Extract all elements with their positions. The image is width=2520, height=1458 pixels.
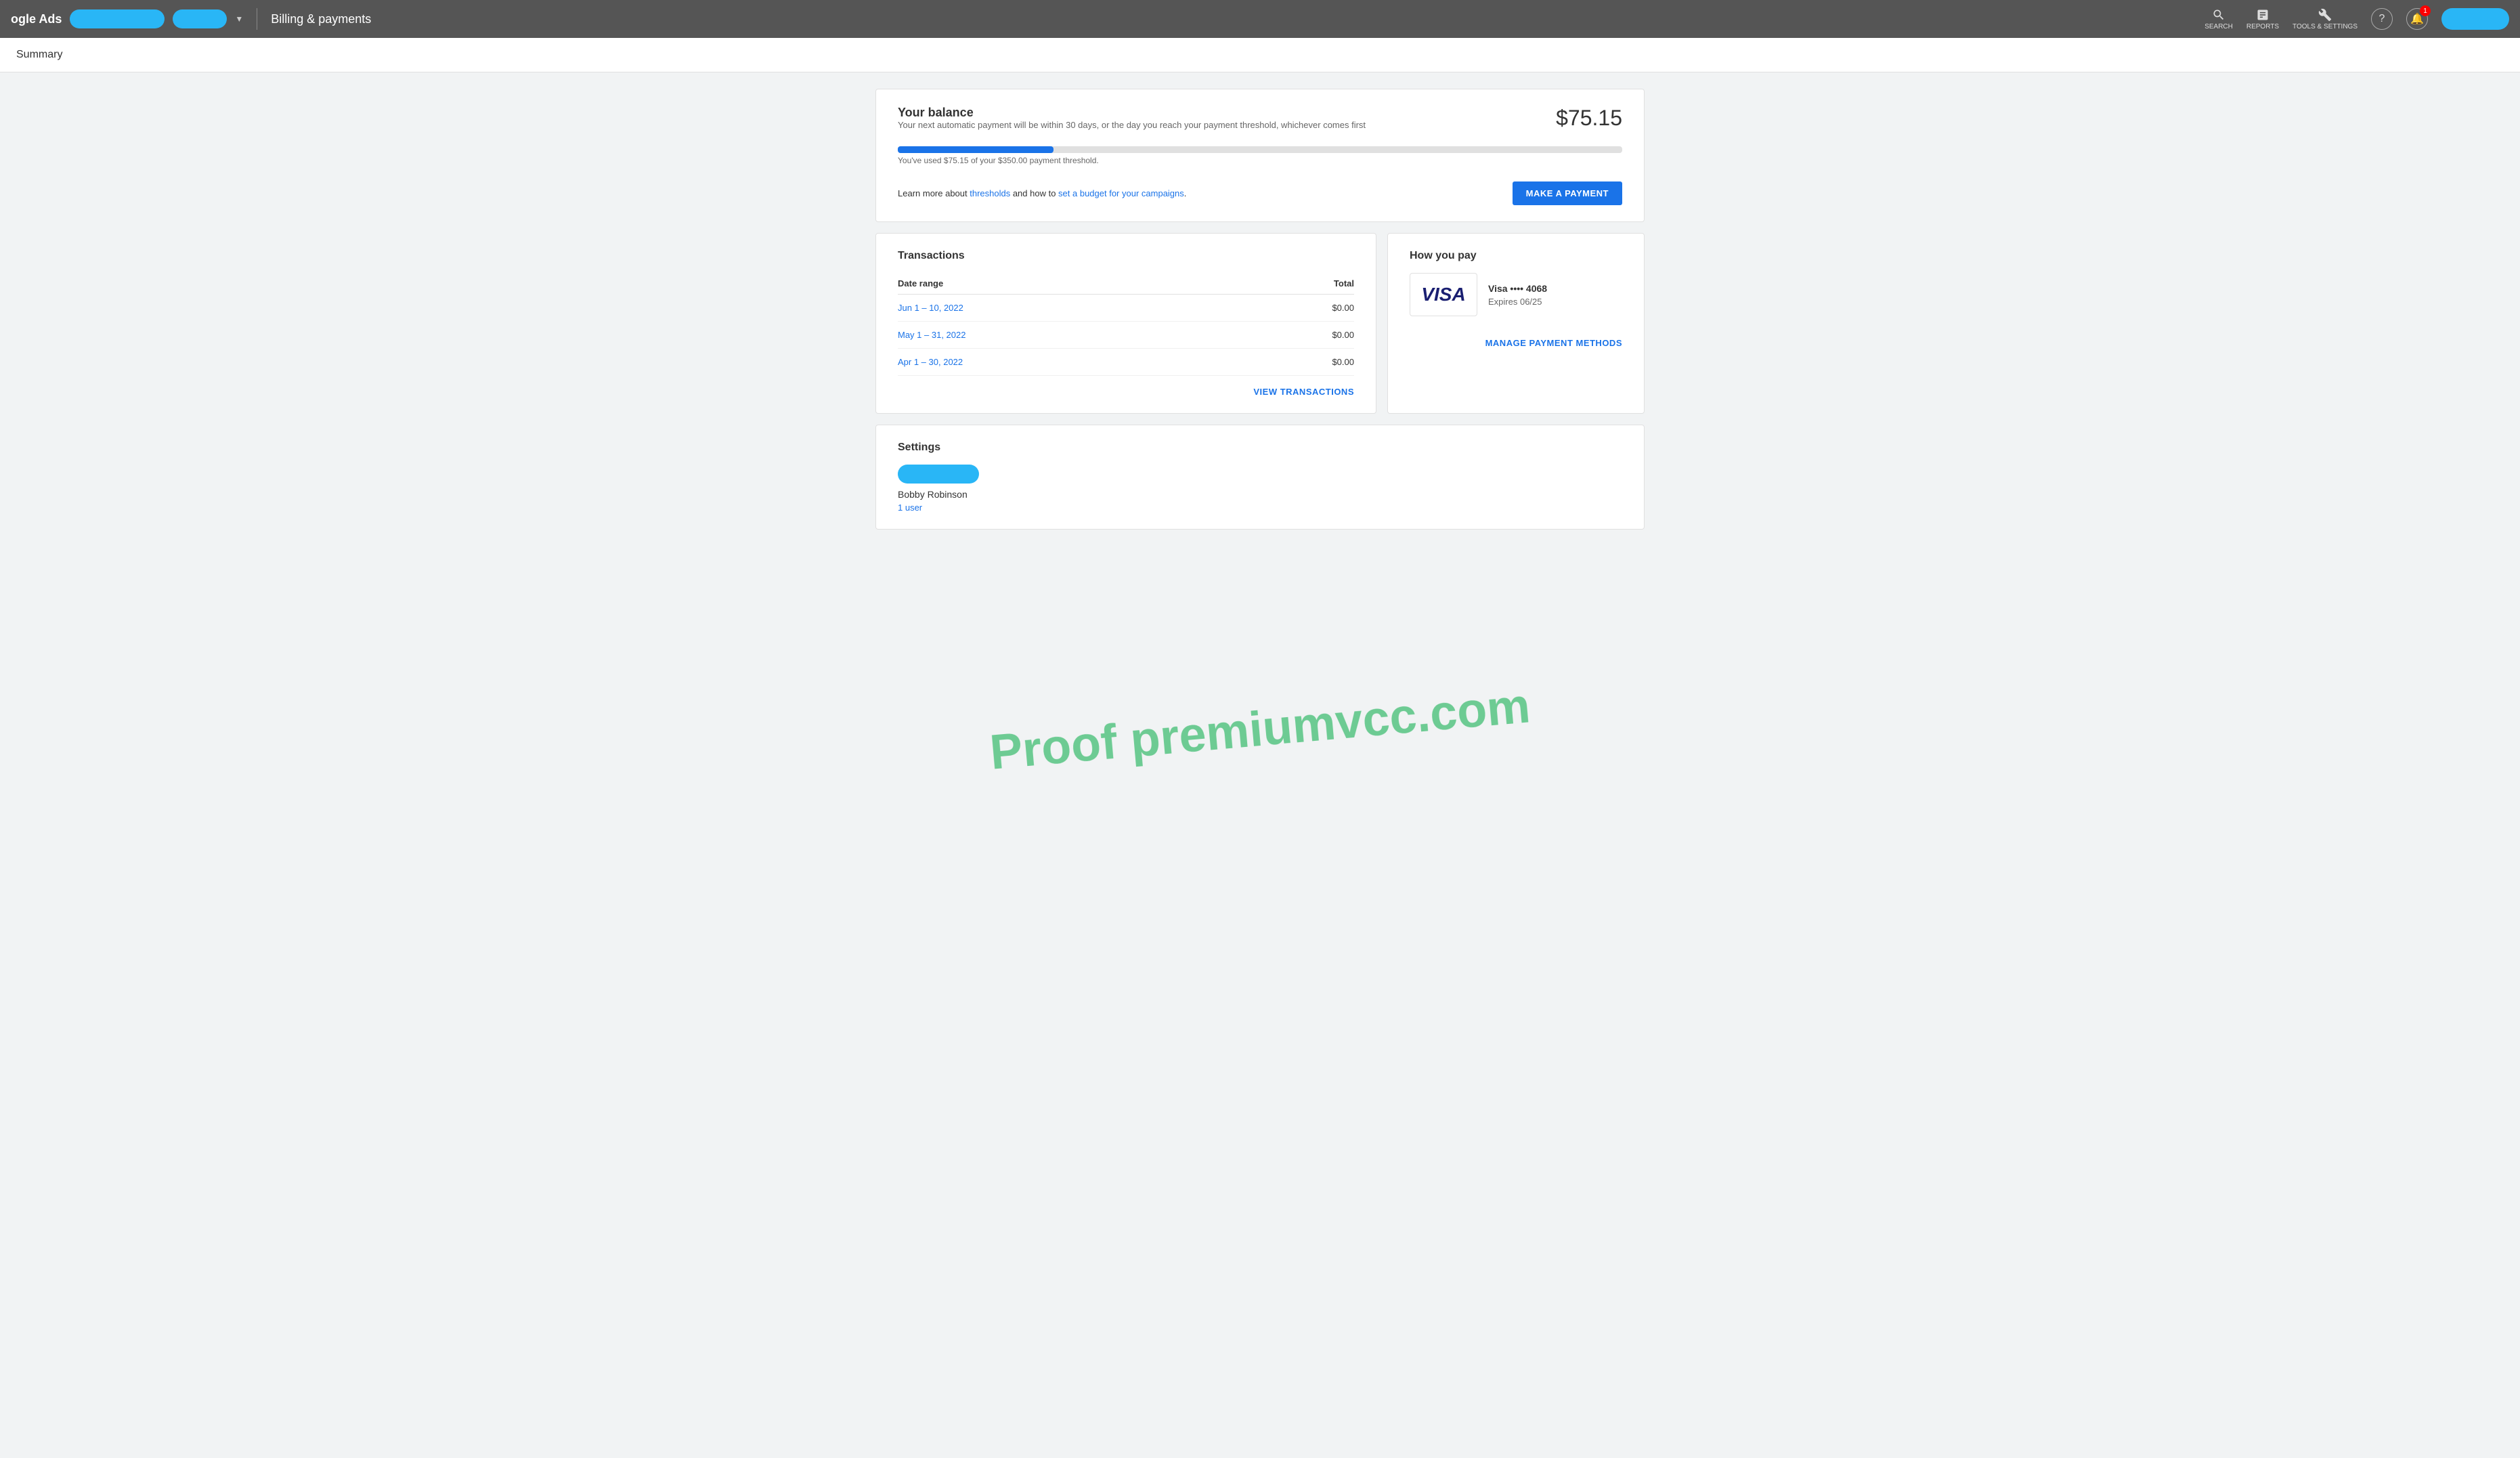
progress-bar-background bbox=[898, 146, 1622, 153]
settings-users[interactable]: 1 user bbox=[898, 502, 1622, 513]
settings-card: Settings Bobby Robinson 1 user bbox=[875, 425, 1645, 530]
how-you-pay-title: How you pay bbox=[1410, 250, 1622, 262]
notifications-icon[interactable]: 🔔 1 bbox=[2406, 8, 2428, 30]
how-you-pay-card: How you pay VISA Visa •••• 4068 Expires … bbox=[1387, 233, 1645, 414]
transaction-date-link[interactable]: May 1 – 31, 2022 bbox=[898, 322, 1242, 349]
main-content: Your balance Your next automatic payment… bbox=[854, 72, 1666, 557]
search-nav-label: SEARCH bbox=[2204, 23, 2233, 30]
progress-text: You've used $75.15 of your $350.00 payme… bbox=[898, 156, 1622, 165]
make-payment-button[interactable]: MAKE A PAYMENT bbox=[1513, 181, 1622, 205]
tools-nav-item[interactable]: TOOLS & SETTINGS bbox=[2293, 8, 2358, 30]
balance-subtitle: Your next automatic payment will be with… bbox=[898, 120, 1366, 130]
visa-block: VISA Visa •••• 4068 Expires 06/25 bbox=[1410, 273, 1622, 327]
account-selector-pill2[interactable] bbox=[173, 9, 227, 28]
settings-blurred-pill bbox=[898, 465, 979, 484]
tools-nav-label: TOOLS & SETTINGS bbox=[2293, 23, 2358, 30]
transaction-total: $0.00 bbox=[1242, 349, 1354, 376]
reports-nav-item[interactable]: REPORTS bbox=[2246, 8, 2279, 30]
transaction-total: $0.00 bbox=[1242, 295, 1354, 322]
visa-logo: VISA bbox=[1421, 284, 1465, 305]
settings-name: Bobby Robinson bbox=[898, 489, 1622, 500]
two-col-row: Transactions Date range Total Jun 1 – 10… bbox=[875, 233, 1645, 425]
nav-icons: SEARCH REPORTS TOOLS & SETTINGS ? 🔔 1 bbox=[2204, 8, 2509, 30]
page-title: Billing & payments bbox=[271, 12, 371, 26]
account-selector-pill1[interactable] bbox=[70, 9, 165, 28]
transactions-card: Transactions Date range Total Jun 1 – 10… bbox=[875, 233, 1376, 414]
top-navigation: ogle Ads ▼ Billing & payments SEARCH REP… bbox=[0, 0, 2520, 38]
balance-card: Your balance Your next automatic payment… bbox=[875, 89, 1645, 222]
view-transactions-link[interactable]: VIEW TRANSACTIONS bbox=[898, 387, 1354, 397]
progress-bar-fill bbox=[898, 146, 1053, 153]
notification-badge: 1 bbox=[2420, 5, 2431, 16]
summary-bar: Summary bbox=[0, 38, 2520, 72]
watermark: Proof premiumvcc.com bbox=[988, 678, 1532, 780]
balance-amount: $75.15 bbox=[1556, 106, 1622, 131]
transaction-total: $0.00 bbox=[1242, 322, 1354, 349]
col-date-header: Date range bbox=[898, 273, 1242, 295]
manage-payment-methods-link[interactable]: MANAGE PAYMENT METHODS bbox=[1410, 338, 1622, 348]
settings-title: Settings bbox=[898, 442, 1622, 454]
learn-more-text: Learn more about thresholds and how to s… bbox=[898, 188, 1186, 198]
visa-details: Visa •••• 4068 Expires 06/25 bbox=[1488, 283, 1547, 307]
table-row: Jun 1 – 10, 2022 $0.00 bbox=[898, 295, 1354, 322]
card-name: Visa •••• 4068 bbox=[1488, 283, 1547, 294]
top-right-action-pill[interactable] bbox=[2441, 8, 2509, 30]
table-row: May 1 – 31, 2022 $0.00 bbox=[898, 322, 1354, 349]
transactions-table: Date range Total Jun 1 – 10, 2022 $0.00 … bbox=[898, 273, 1354, 376]
summary-title: Summary bbox=[16, 49, 2504, 61]
reports-nav-label: REPORTS bbox=[2246, 23, 2279, 30]
card-expiry: Expires 06/25 bbox=[1488, 297, 1547, 307]
progress-container: You've used $75.15 of your $350.00 payme… bbox=[898, 146, 1622, 176]
balance-title-group: Your balance Your next automatic payment… bbox=[898, 106, 1366, 141]
help-icon[interactable]: ? bbox=[2371, 8, 2393, 30]
thresholds-link[interactable]: thresholds bbox=[970, 188, 1010, 198]
search-nav-item[interactable]: SEARCH bbox=[2204, 8, 2233, 30]
balance-header: Your balance Your next automatic payment… bbox=[898, 106, 1622, 141]
transactions-title: Transactions bbox=[898, 250, 1354, 262]
col-total-header: Total bbox=[1242, 273, 1354, 295]
table-row: Apr 1 – 30, 2022 $0.00 bbox=[898, 349, 1354, 376]
account-dropdown-arrow[interactable]: ▼ bbox=[235, 14, 243, 24]
visa-logo-box: VISA bbox=[1410, 273, 1477, 316]
transaction-date-link[interactable]: Jun 1 – 10, 2022 bbox=[898, 295, 1242, 322]
transaction-date-link[interactable]: Apr 1 – 30, 2022 bbox=[898, 349, 1242, 376]
brand-logo: ogle Ads bbox=[11, 12, 62, 26]
balance-footer: Learn more about thresholds and how to s… bbox=[898, 181, 1622, 205]
balance-title: Your balance bbox=[898, 106, 1366, 120]
set-budget-link[interactable]: set a budget for your campaigns bbox=[1058, 188, 1184, 198]
